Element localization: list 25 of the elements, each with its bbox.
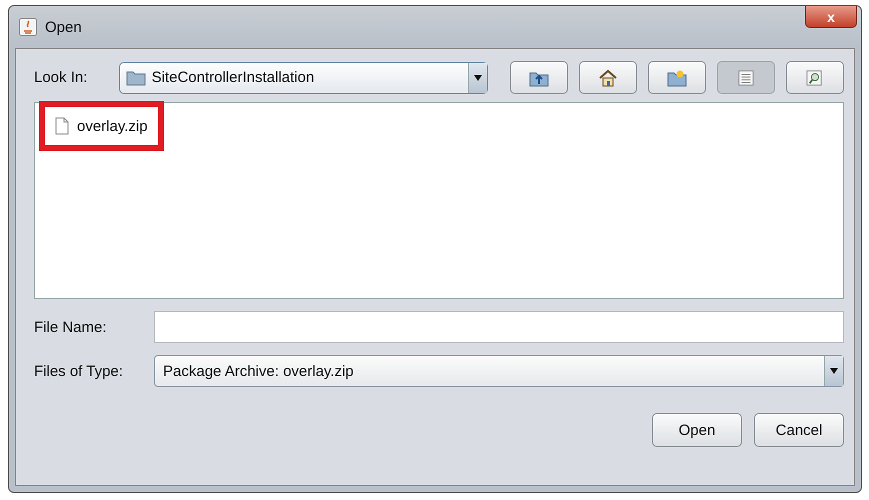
new-folder-icon: [667, 68, 687, 86]
details-view-button[interactable]: [786, 61, 844, 94]
open-button[interactable]: Open: [652, 413, 742, 447]
file-type-label: Files of Type:: [34, 362, 124, 380]
dropdown-arrow-icon: [474, 74, 482, 80]
list-view-button[interactable]: [717, 61, 775, 94]
file-item[interactable]: overlay.zip: [51, 113, 152, 139]
look-in-label: Look In:: [34, 69, 88, 86]
app-icon: [19, 18, 37, 36]
window-title: Open: [45, 18, 82, 36]
home-button[interactable]: [579, 61, 637, 94]
home-icon: [598, 68, 618, 86]
new-folder-button[interactable]: [648, 61, 706, 94]
up-folder-button[interactable]: [510, 61, 568, 94]
list-view-icon: [737, 70, 755, 86]
file-name-field[interactable]: [154, 311, 844, 343]
close-button[interactable]: x: [805, 6, 857, 28]
cancel-button[interactable]: Cancel: [754, 413, 844, 447]
details-view-icon: [806, 70, 824, 86]
dropdown-arrow-icon: [830, 368, 838, 374]
file-icon: [55, 117, 69, 135]
file-type-dropdown[interactable]: Package Archive: overlay.zip: [154, 355, 844, 387]
folder-icon: [126, 70, 146, 86]
look-in-dropdown[interactable]: SiteControllerInstallation: [118, 62, 488, 94]
file-name-label: File Name:: [34, 318, 108, 336]
